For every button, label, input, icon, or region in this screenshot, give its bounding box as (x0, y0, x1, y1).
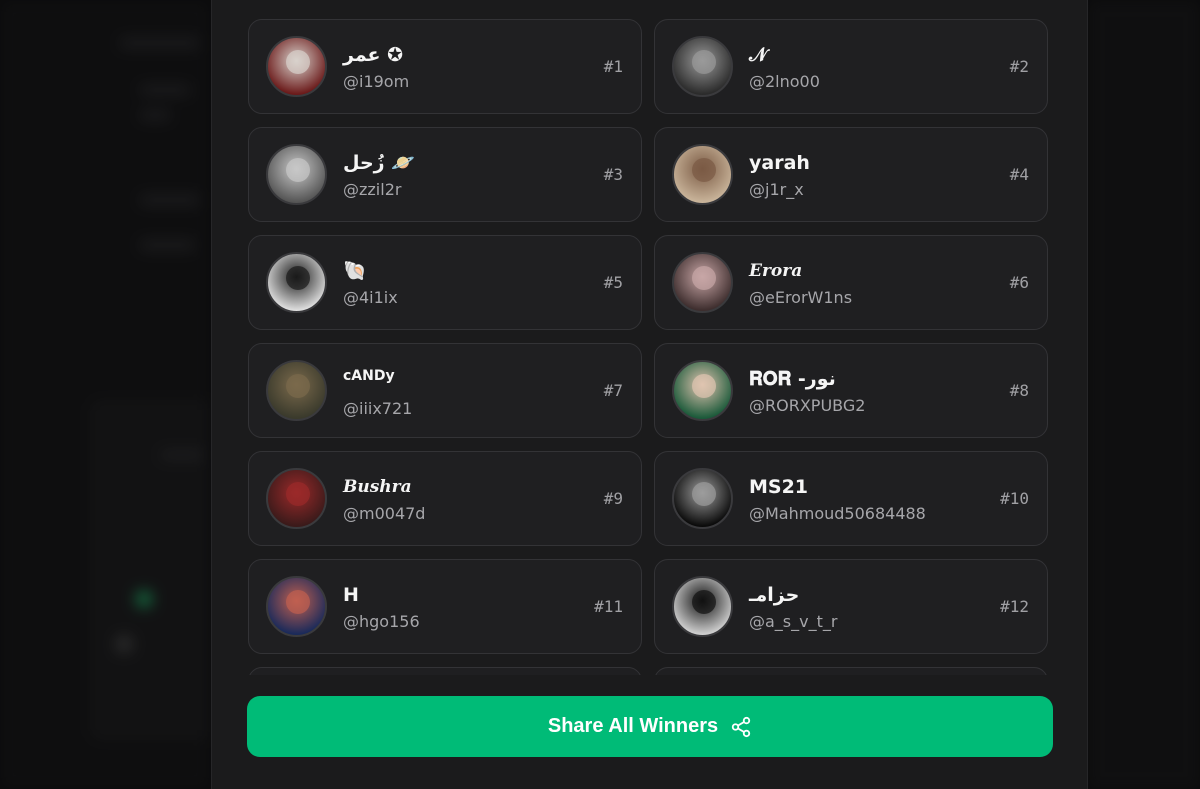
winner-card[interactable]: yarah @j1r_x #4 (654, 127, 1048, 222)
winner-avatar (672, 360, 733, 421)
winner-handle: @hgo156 (343, 612, 420, 631)
winner-handle: @RORXPUBG2 (749, 396, 866, 415)
winner-name: cANDy (343, 368, 395, 384)
winner-card[interactable]: 🐚 @4i1ix #5 (248, 235, 642, 330)
winner-handle: @j1r_x (749, 180, 804, 199)
winner-card[interactable]: H @hgo156 #11 (248, 559, 642, 654)
winners-modal: عمر ✪ @i19om #1 𝒩 @2lno00 #2 زُحل 🪐 @zzil2r #3 ya… (211, 0, 1088, 789)
winner-info: MS21 @Mahmoud50684488 (749, 474, 1000, 523)
winner-avatar (672, 576, 733, 637)
share-all-winners-label: Share All Winners (547, 715, 719, 737)
winner-handle: @Mahmoud50684488 (749, 504, 926, 523)
full-moon-image (692, 482, 716, 506)
winner-info: حزامـ @a_s_v_t_r (749, 582, 1000, 631)
winner-rank: #10 (1000, 489, 1029, 508)
background-left-panel (0, 0, 210, 789)
winner-info: 𝑬𝒓𝒐𝒓𝒂 @eErorW1ns (749, 258, 1010, 307)
winner-name: 𝒩 (749, 44, 768, 66)
winner-info: H @hgo156 (343, 582, 594, 631)
winner-name: 𝑩𝒖𝒔𝒉𝒓𝒂 (343, 477, 412, 497)
winner-card[interactable]: 𝑩𝒖𝒔𝒉𝒓𝒂 @m0047d #9 (248, 451, 642, 546)
concert-performer-image (286, 590, 310, 614)
woman-portrait-green-image (692, 374, 716, 398)
winner-rank: #8 (1009, 381, 1029, 400)
winner-info: 𝐑𝐎𝐑 -نور @RORXPUBG2 (749, 366, 1010, 415)
winner-handle: @iiix721 (343, 399, 413, 418)
winner-avatar (672, 468, 733, 529)
winner-card[interactable]: 𝒩 @2lno00 #2 (654, 19, 1048, 114)
winner-name: 🐚 (343, 260, 367, 282)
winner-rank: #11 (594, 597, 623, 616)
winner-name: MS21 (749, 476, 809, 498)
cat-closeup-bw-image (286, 158, 310, 182)
winner-info: cANDy @iiix721 (343, 363, 604, 418)
winner-card-partial[interactable] (248, 667, 642, 675)
winner-avatar (672, 252, 733, 313)
winner-avatar (266, 252, 327, 313)
girl-selfie-image (692, 158, 716, 182)
winner-rank: #6 (1009, 273, 1029, 292)
winner-avatar (266, 468, 327, 529)
winner-rank: #1 (603, 57, 623, 76)
winner-avatar (266, 576, 327, 637)
winner-handle: @i19om (343, 72, 410, 91)
winner-info: عمر ✪ @i19om (343, 42, 604, 91)
winner-rank: #5 (603, 273, 623, 292)
winner-rank: #3 (603, 165, 623, 184)
winner-card[interactable]: عمر ✪ @i19om #1 (248, 19, 642, 114)
winner-card-partial[interactable] (654, 667, 1048, 675)
woman-portrait-bw-image (692, 50, 716, 74)
winner-name: عمر ✪ (343, 44, 404, 66)
woman-red-dress-image (286, 482, 310, 506)
soccer-player-photo-image (286, 50, 310, 74)
winner-name: yarah (749, 152, 810, 174)
winner-card[interactable]: 𝐑𝐎𝐑 -نور @RORXPUBG2 #8 (654, 343, 1048, 438)
winner-info: yarah @j1r_x (749, 150, 1010, 199)
woman-portrait-bw-image (286, 266, 310, 290)
winner-avatar (266, 360, 327, 421)
winner-name: H (343, 584, 359, 606)
winner-card[interactable]: حزامـ @a_s_v_t_r #12 (654, 559, 1048, 654)
winner-avatar (266, 144, 327, 205)
winners-grid: عمر ✪ @i19om #1 𝒩 @2lno00 #2 زُحل 🪐 @zzil2r #3 ya… (248, 19, 1048, 675)
winner-rank: #2 (1009, 57, 1029, 76)
winner-handle: @2lno00 (749, 72, 820, 91)
winner-handle: @m0047d (343, 504, 426, 523)
winner-card[interactable]: cANDy @iiix721 #7 (248, 343, 642, 438)
winner-handle: @a_s_v_t_r (749, 612, 838, 631)
winner-handle: @4i1ix (343, 288, 398, 307)
winner-name: 𝑬𝒓𝒐𝒓𝒂 (749, 261, 803, 281)
winner-info: 🐚 @4i1ix (343, 258, 604, 307)
winner-avatar (672, 144, 733, 205)
winner-info: 𝒩 @2lno00 (749, 42, 1010, 91)
winner-card[interactable]: MS21 @Mahmoud50684488 #10 (654, 451, 1048, 546)
winner-name: حزامـ (749, 584, 800, 606)
winner-avatar (672, 36, 733, 97)
winner-avatar (266, 36, 327, 97)
winner-card[interactable]: 𝑬𝒓𝒐𝒓𝒂 @eErorW1ns #6 (654, 235, 1048, 330)
winner-handle: @eErorW1ns (749, 288, 853, 307)
winner-handle: @zzil2r (343, 180, 402, 199)
winner-info: 𝑩𝒖𝒔𝒉𝒓𝒂 @m0047d (343, 474, 604, 523)
winner-rank: #7 (603, 381, 623, 400)
share-icon (731, 716, 751, 737)
share-all-winners-button[interactable]: Share All Winners (247, 696, 1053, 757)
hair-back-photo-image (286, 374, 310, 398)
hat-figure-bw-image (692, 590, 716, 614)
girl-with-plush-image (692, 266, 716, 290)
winner-name: 𝐑𝐎𝐑 -نور (749, 368, 836, 390)
winner-rank: #9 (603, 489, 623, 508)
winner-info: زُحل 🪐 @zzil2r (343, 150, 604, 199)
winner-rank: #4 (1009, 165, 1029, 184)
winner-rank: #12 (1000, 597, 1029, 616)
background-right-panel (1088, 0, 1200, 789)
winner-name: زُحل 🪐 (343, 152, 415, 174)
winner-card[interactable]: زُحل 🪐 @zzil2r #3 (248, 127, 642, 222)
